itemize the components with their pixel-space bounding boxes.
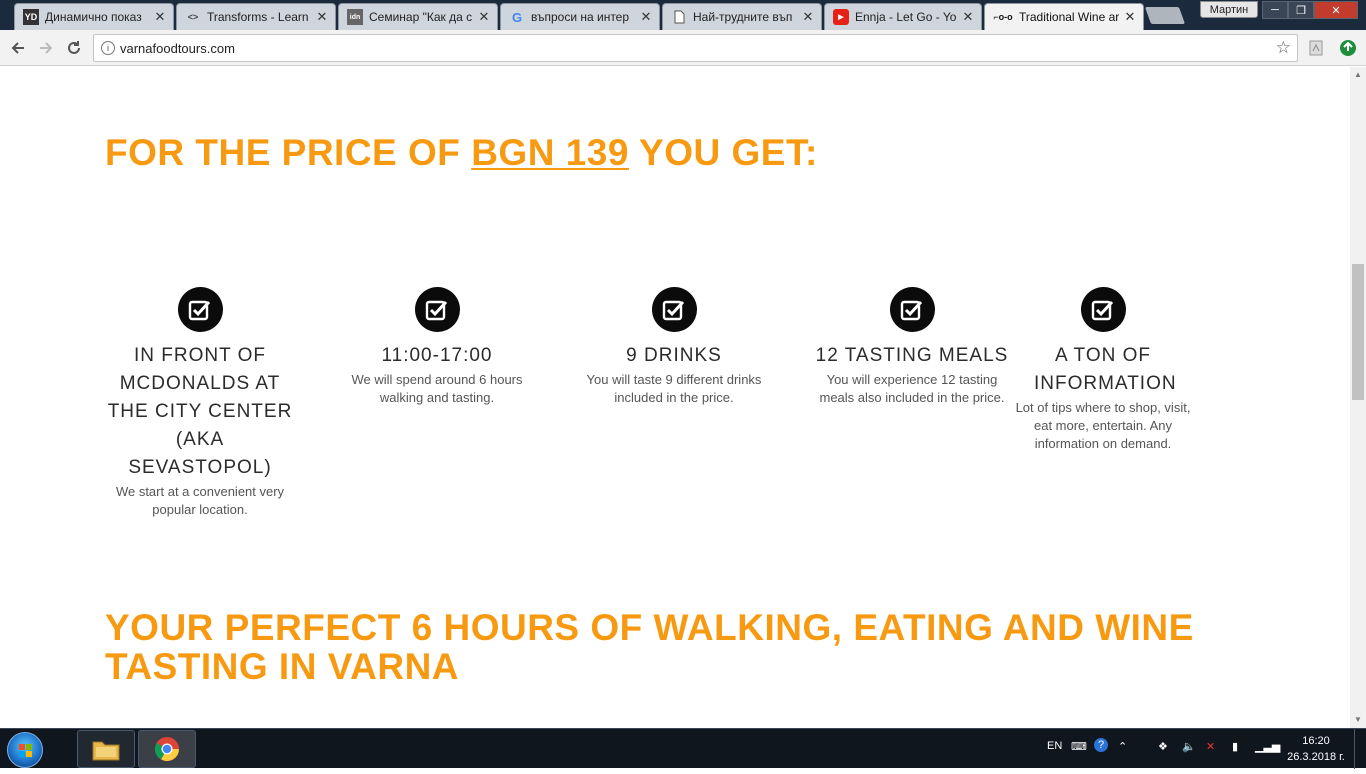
tab-title: Transforms - Learn (207, 10, 309, 24)
start-button[interactable] (7, 732, 43, 768)
checkbox-icon (1080, 287, 1126, 332)
chrome-taskbar-button[interactable] (138, 730, 196, 768)
feature-title: IN FRONT OF MCDONALDS AT THE CITY CENTER… (107, 345, 293, 478)
system-clock[interactable]: 16:20 26.3.2018 г. (1285, 733, 1347, 765)
feature-title: A TON OF INFORMATION (1034, 345, 1177, 394)
youtube-favicon-icon: ▶ (833, 9, 849, 25)
code-favicon-icon: <> (187, 12, 199, 22)
feature-meeting-point: IN FRONT OF MCDONALDS AT THE CITY CENTER… (104, 287, 296, 519)
new-tab-button[interactable] (1144, 7, 1186, 24)
feature-hours: 11:00-17:00 We will spend around 6 hours… (346, 287, 528, 407)
feature-drinks: 9 DRINKS You will taste 9 different drin… (578, 287, 770, 407)
windows-logo-icon (19, 744, 32, 757)
feature-information: A TON OF INFORMATION Lot of tips where t… (1006, 287, 1200, 453)
dropbox-icon[interactable]: ❖ (1158, 740, 1168, 753)
tab-strip: YD Динамично показ ✕ <> Transforms - Lea… (0, 0, 1366, 30)
google-favicon-icon: G (511, 9, 523, 25)
feature-title: 12 TASTING MEALS (815, 345, 1009, 366)
close-tab-icon[interactable]: ✕ (153, 9, 167, 25)
price-link[interactable]: BGN 139 (471, 132, 629, 173)
feature-description: You will taste 9 different drinks includ… (586, 372, 762, 405)
tab-title: Най-трудните въп (693, 10, 793, 24)
battery-icon[interactable]: ▮ (1232, 740, 1238, 753)
clock-date: 26.3.2018 г. (1287, 751, 1345, 763)
tab-title: Traditional Wine ar (1019, 10, 1119, 24)
tab-4[interactable]: Най-трудните въп ✕ (662, 3, 822, 30)
tab-title: въпроси на интер (531, 10, 630, 24)
browser-toolbar: i varnafoodtours.com ☆ (0, 30, 1366, 66)
document-favicon-icon (671, 9, 687, 25)
help-icon[interactable]: ? (1094, 738, 1108, 752)
forward-button[interactable] (35, 37, 57, 59)
checkbox-icon (414, 287, 460, 332)
back-button[interactable] (7, 37, 29, 59)
forward-arrow-icon (40, 42, 53, 54)
page-scrollbar[interactable]: ▲ ▼ (1350, 67, 1366, 728)
feature-title: 11:00-17:00 (381, 345, 493, 366)
scroll-down-arrow-icon[interactable]: ▼ (1350, 712, 1366, 728)
feature-description: We start at a convenient very popular lo… (115, 484, 285, 517)
minimize-button[interactable]: ─ (1262, 1, 1288, 19)
show-desktop-button[interactable] (1354, 729, 1366, 769)
scroll-up-arrow-icon[interactable]: ▲ (1350, 67, 1366, 83)
update-extension-icon[interactable] (1338, 38, 1358, 58)
folder-icon (92, 741, 120, 761)
tab-title: Динамично показ (45, 10, 142, 24)
pdf-extension-icon[interactable] (1306, 38, 1326, 58)
feature-meals: 12 TASTING MEALS You will experience 12 … (812, 287, 1012, 407)
feature-title: 9 DRINKS (626, 345, 722, 366)
checkbox-icon (889, 287, 935, 332)
tour-heading: YOUR PERFECT 6 HOURS OF WALKING, EATING … (105, 607, 1194, 687)
close-tab-icon[interactable]: ✕ (639, 9, 653, 25)
close-tab-icon[interactable]: ✕ (801, 9, 815, 25)
tab-2[interactable]: idn Семинар "Как да с ✕ (338, 3, 498, 30)
signal-bars-icon[interactable]: ▁▃▅ (1255, 740, 1280, 753)
close-tab-icon[interactable]: ✕ (961, 9, 975, 25)
network-icon[interactable]: ✕ (1206, 740, 1215, 753)
windows-taskbar: EN ⌨ ? ⌃ ❖ 🔈 ✕ ▮ ▁▃▅ 16:20 26.3.2018 г. (0, 728, 1366, 769)
tab-0[interactable]: YD Динамично показ ✕ (14, 3, 174, 30)
glasses-favicon-icon: ⌐o-o (993, 12, 1013, 22)
reload-icon (68, 41, 80, 54)
tab-title: Ennja - Let Go - Yo (855, 10, 957, 24)
tab-6-active[interactable]: ⌐o-o Traditional Wine ar ✕ (984, 3, 1144, 30)
checkbox-icon (177, 287, 223, 332)
tab-3[interactable]: G въпроси на интер ✕ (500, 3, 660, 30)
page-viewport: FOR THE PRICE OF BGN 139 YOU GET: IN FRO… (0, 67, 1350, 728)
keyboard-icon[interactable]: ⌨ (1071, 740, 1087, 753)
bookmark-star-icon[interactable]: ☆ (1276, 38, 1291, 58)
close-tab-icon[interactable]: ✕ (315, 9, 329, 25)
clock-time: 16:20 (1302, 735, 1330, 747)
tray-expand-icon[interactable]: ⌃ (1118, 740, 1127, 753)
close-window-button[interactable]: ✕ (1314, 1, 1358, 19)
yd-favicon-icon: YD (23, 9, 39, 25)
file-explorer-button[interactable] (77, 730, 135, 768)
price-heading-suffix: YOU GET: (628, 132, 818, 173)
tab-1[interactable]: <> Transforms - Learn ✕ (176, 3, 336, 30)
feature-description: Lot of tips where to shop, visit, eat mo… (1015, 400, 1191, 451)
feature-description: We will spend around 6 hours walking and… (351, 372, 523, 405)
idn-favicon-icon: idn (347, 9, 363, 25)
reload-button[interactable] (63, 37, 85, 59)
volume-icon[interactable]: 🔈 (1182, 740, 1196, 753)
language-indicator[interactable]: EN (1047, 740, 1062, 752)
maximize-button[interactable]: ❐ (1288, 1, 1314, 19)
close-tab-icon[interactable]: ✕ (477, 9, 491, 25)
back-arrow-icon (11, 42, 24, 54)
scrollbar-thumb[interactable] (1352, 264, 1364, 400)
tab-5[interactable]: ▶ Ennja - Let Go - Yo ✕ (824, 3, 982, 30)
price-heading: FOR THE PRICE OF BGN 139 YOU GET: (105, 132, 818, 174)
close-tab-icon[interactable]: ✕ (1123, 9, 1137, 25)
profile-button[interactable]: Мартин (1200, 1, 1258, 18)
url-text[interactable]: varnafoodtours.com (120, 41, 235, 56)
checkbox-icon (651, 287, 697, 332)
feature-description: You will experience 12 tasting meals als… (819, 372, 1005, 405)
chrome-icon (154, 737, 179, 762)
site-info-icon[interactable]: i (101, 41, 115, 55)
price-heading-prefix: FOR THE PRICE OF (105, 132, 472, 173)
tab-title: Семинар "Как да с (369, 10, 473, 24)
address-bar[interactable]: i varnafoodtours.com ☆ (93, 34, 1298, 62)
